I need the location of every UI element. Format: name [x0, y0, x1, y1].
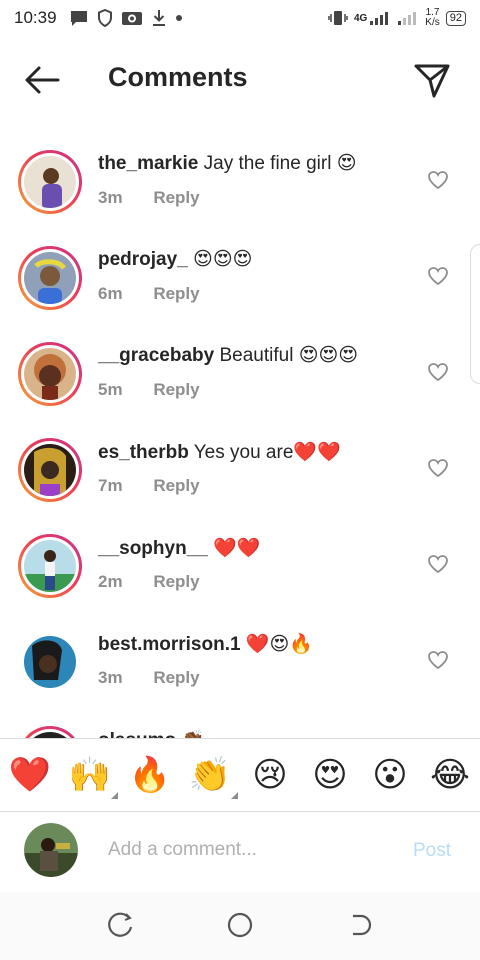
reply-button[interactable]: Reply — [153, 668, 199, 687]
avatar — [24, 156, 76, 210]
status-bar: 10:39 4G 1.7 K/s 92 — [0, 0, 480, 36]
back-icon[interactable] — [345, 910, 375, 940]
skin-tone-indicator — [231, 792, 238, 799]
heart-icon[interactable] — [427, 170, 449, 190]
battery-indicator: 92 — [445, 10, 466, 26]
comment-body: ❤️❤️ — [213, 538, 261, 559]
story-ring[interactable] — [18, 150, 82, 214]
story-ring[interactable] — [18, 246, 82, 310]
home-icon[interactable] — [225, 910, 255, 940]
heart-icon[interactable] — [427, 266, 449, 286]
emoji-fire-button[interactable]: 🔥 — [128, 753, 172, 797]
comment-username[interactable]: __gracebaby — [98, 345, 214, 366]
paper-plane-icon[interactable] — [412, 60, 452, 100]
comment-username[interactable]: pedrojay_ — [98, 249, 188, 270]
network-speed: 1.7 K/s — [425, 8, 439, 28]
avatar — [24, 540, 76, 592]
emoji-heart-eyes-button[interactable]: 😍 — [308, 753, 352, 797]
vibrate-icon — [328, 11, 348, 25]
comment-item: es_therbb Yes you are❤️❤️ 7m Reply — [0, 424, 480, 520]
comment-body: Jay the fine girl 😍 — [203, 153, 357, 174]
scroll-indicator[interactable] — [470, 244, 480, 384]
comment-username[interactable]: __sophyn__ — [98, 538, 208, 559]
reply-button[interactable]: Reply — [153, 380, 199, 399]
message-icon — [70, 11, 87, 26]
comment-body: Yes you are❤️❤️ — [193, 442, 341, 463]
speed-unit: K/s — [425, 17, 440, 28]
skin-tone-indicator — [111, 792, 118, 799]
comment-item: __gracebaby Beautiful 😍😍😍 5m Reply — [0, 328, 480, 424]
reply-button[interactable]: Reply — [153, 188, 199, 207]
emoji-clap-button[interactable]: 👏 — [188, 753, 238, 799]
comment-time: 2m — [98, 572, 123, 591]
comment-time: 6m — [98, 284, 123, 303]
status-time: 10:39 — [14, 8, 57, 27]
comment-username[interactable]: es_therbb — [98, 442, 189, 463]
heart-icon[interactable] — [427, 650, 449, 670]
comment-body: ❤️😍🔥 — [245, 634, 313, 655]
avatar — [24, 444, 76, 496]
comment-item: olasumo 👏🏾 — [0, 712, 480, 738]
comment-body: Beautiful 😍😍😍 — [219, 345, 359, 366]
post-button[interactable]: Post — [413, 840, 451, 862]
emoji-crying-button[interactable]: 😢 — [248, 753, 292, 797]
comment-time: 3m — [98, 668, 123, 687]
dot-icon — [175, 15, 182, 21]
emoji-raised-hands-button[interactable]: 🙌 — [68, 753, 118, 799]
my-avatar — [24, 823, 78, 877]
emoji-surprised-button[interactable]: 😮 — [368, 753, 412, 797]
network-type: 4G — [353, 12, 368, 24]
reply-button[interactable]: Reply — [153, 284, 199, 303]
heart-icon[interactable] — [427, 362, 449, 382]
avatar — [24, 252, 76, 304]
signal-weak-icon — [398, 12, 417, 25]
comment-username[interactable]: olasumo — [98, 730, 176, 738]
avatar — [24, 348, 76, 400]
arrow-left-icon[interactable] — [22, 64, 62, 96]
comment-body: 😍😍😍 — [193, 249, 253, 270]
emoji-quick-bar: ❤️ 🙌 🔥 👏 😢 😍 😮 😂 — [0, 738, 480, 812]
reply-button[interactable]: Reply — [153, 476, 199, 495]
comment-item: best.morrison.1 ❤️😍🔥 3m Reply — [0, 616, 480, 712]
avatar — [24, 636, 76, 688]
recent-apps-icon[interactable] — [105, 910, 135, 940]
shield-icon — [97, 9, 112, 27]
page-title: Comments — [108, 62, 248, 92]
emoji-clap: 👏 — [188, 756, 232, 794]
comment-username[interactable]: the_markie — [98, 153, 198, 174]
comment-time: 5m — [98, 380, 123, 399]
comment-time: 7m — [98, 476, 123, 495]
comment-username[interactable]: best.morrison.1 — [98, 634, 241, 655]
story-ring[interactable] — [18, 534, 82, 598]
emoji-raised-hands: 🙌 — [68, 756, 112, 794]
comment-item: the_markie Jay the fine girl 😍 3m Reply — [0, 136, 480, 232]
comment-time: 3m — [98, 188, 123, 207]
comment-input[interactable] — [108, 834, 398, 866]
avatar-wrap[interactable] — [18, 630, 82, 694]
emoji-laughing-button[interactable]: 😂 — [428, 753, 472, 797]
heart-icon[interactable] — [427, 458, 449, 478]
comments-list[interactable]: the_markie Jay the fine girl 😍 3m Reply … — [0, 136, 480, 738]
story-ring[interactable] — [18, 726, 82, 738]
comment-item: __sophyn__ ❤️❤️ 2m Reply — [0, 520, 480, 616]
status-icons-right: 4G 1.7 K/s 92 — [328, 8, 466, 28]
comment-body: 👏🏾 — [181, 730, 205, 738]
header: Comments — [0, 48, 480, 112]
story-ring[interactable] — [18, 438, 82, 502]
camera-icon — [121, 12, 142, 25]
emoji-heart-button[interactable]: ❤️ — [8, 753, 52, 797]
comment-item: pedrojay_ 😍😍😍 6m Reply — [0, 232, 480, 328]
system-nav-bar — [0, 892, 480, 960]
download-icon — [152, 10, 165, 26]
story-ring[interactable] — [18, 342, 82, 406]
comment-composer: Post — [0, 812, 480, 892]
signal-icon — [370, 12, 389, 25]
status-icons-left — [69, 9, 183, 27]
heart-icon[interactable] — [427, 554, 449, 574]
reply-button[interactable]: Reply — [153, 572, 199, 591]
